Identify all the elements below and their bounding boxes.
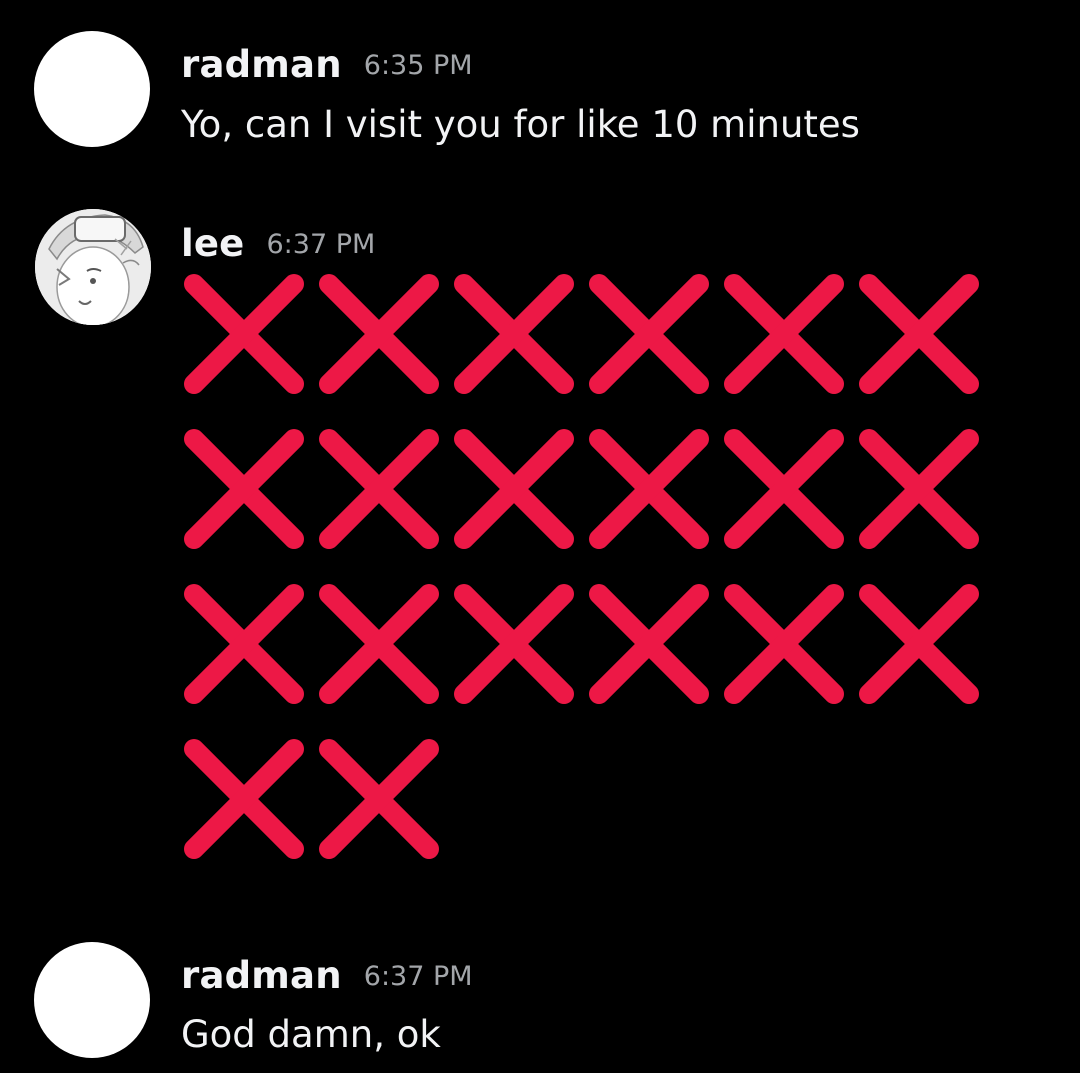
- cross-mark-emoji: [315, 735, 443, 863]
- cross-mark-emoji: [720, 425, 848, 553]
- cross-mark-emoji: [450, 270, 578, 398]
- cross-mark-icon: [184, 739, 304, 859]
- cross-mark-icon: [724, 274, 844, 394]
- user-avatar[interactable]: [34, 942, 150, 1058]
- cross-mark-icon: [184, 584, 304, 704]
- username[interactable]: lee: [181, 222, 244, 265]
- cross-mark-icon: [319, 739, 439, 859]
- cross-mark-icon: [319, 274, 439, 394]
- cross-mark-emoji: [315, 580, 443, 708]
- cross-mark-icon: [589, 274, 709, 394]
- cross-mark-icon: [724, 584, 844, 704]
- cross-mark-icon: [724, 429, 844, 549]
- message-header: radman 6:37 PM: [181, 957, 473, 994]
- timestamp: 6:35 PM: [363, 50, 473, 81]
- cross-mark-icon: [454, 584, 574, 704]
- cross-mark-icon: [184, 429, 304, 549]
- cross-mark-emoji: [855, 425, 983, 553]
- cross-mark-icon: [319, 584, 439, 704]
- cross-mark-emoji: [855, 270, 983, 398]
- message-text: God damn, ok: [181, 1013, 441, 1056]
- username[interactable]: radman: [181, 954, 342, 997]
- cross-mark-icon: [454, 274, 574, 394]
- cross-mark-emoji: [450, 425, 578, 553]
- cross-mark-emoji: [450, 580, 578, 708]
- message-text: Yo, can I visit you for like 10 minutes: [181, 103, 860, 146]
- message-header: radman 6:35 PM: [181, 46, 473, 83]
- user-avatar[interactable]: [35, 209, 151, 325]
- cross-mark-emoji: [180, 270, 308, 398]
- cross-mark-icon: [859, 584, 979, 704]
- anime-character-icon: [35, 209, 151, 325]
- cross-mark-icon: [859, 274, 979, 394]
- username[interactable]: radman: [181, 43, 342, 86]
- cross-mark-emoji: [180, 425, 308, 553]
- cross-mark-emoji: [720, 270, 848, 398]
- cross-mark-emoji: [585, 580, 713, 708]
- cross-mark-emoji: [855, 580, 983, 708]
- cross-mark-emoji: [585, 270, 713, 398]
- message-header: lee 6:37 PM: [181, 225, 375, 262]
- cross-mark-emoji: [315, 270, 443, 398]
- cross-mark-emoji: [180, 735, 308, 863]
- cross-mark-icon: [859, 429, 979, 549]
- cross-mark-icon: [319, 429, 439, 549]
- cross-mark-icon: [454, 429, 574, 549]
- user-avatar[interactable]: [34, 31, 150, 147]
- cross-mark-emoji: [720, 580, 848, 708]
- cross-mark-icon: [589, 429, 709, 549]
- cross-mark-icon: [589, 584, 709, 704]
- timestamp: 6:37 PM: [266, 229, 376, 260]
- timestamp: 6:37 PM: [363, 961, 473, 992]
- cross-mark-emoji: [585, 425, 713, 553]
- cross-mark-emoji: [180, 580, 308, 708]
- cross-mark-emoji: [315, 425, 443, 553]
- cross-mark-icon: [184, 274, 304, 394]
